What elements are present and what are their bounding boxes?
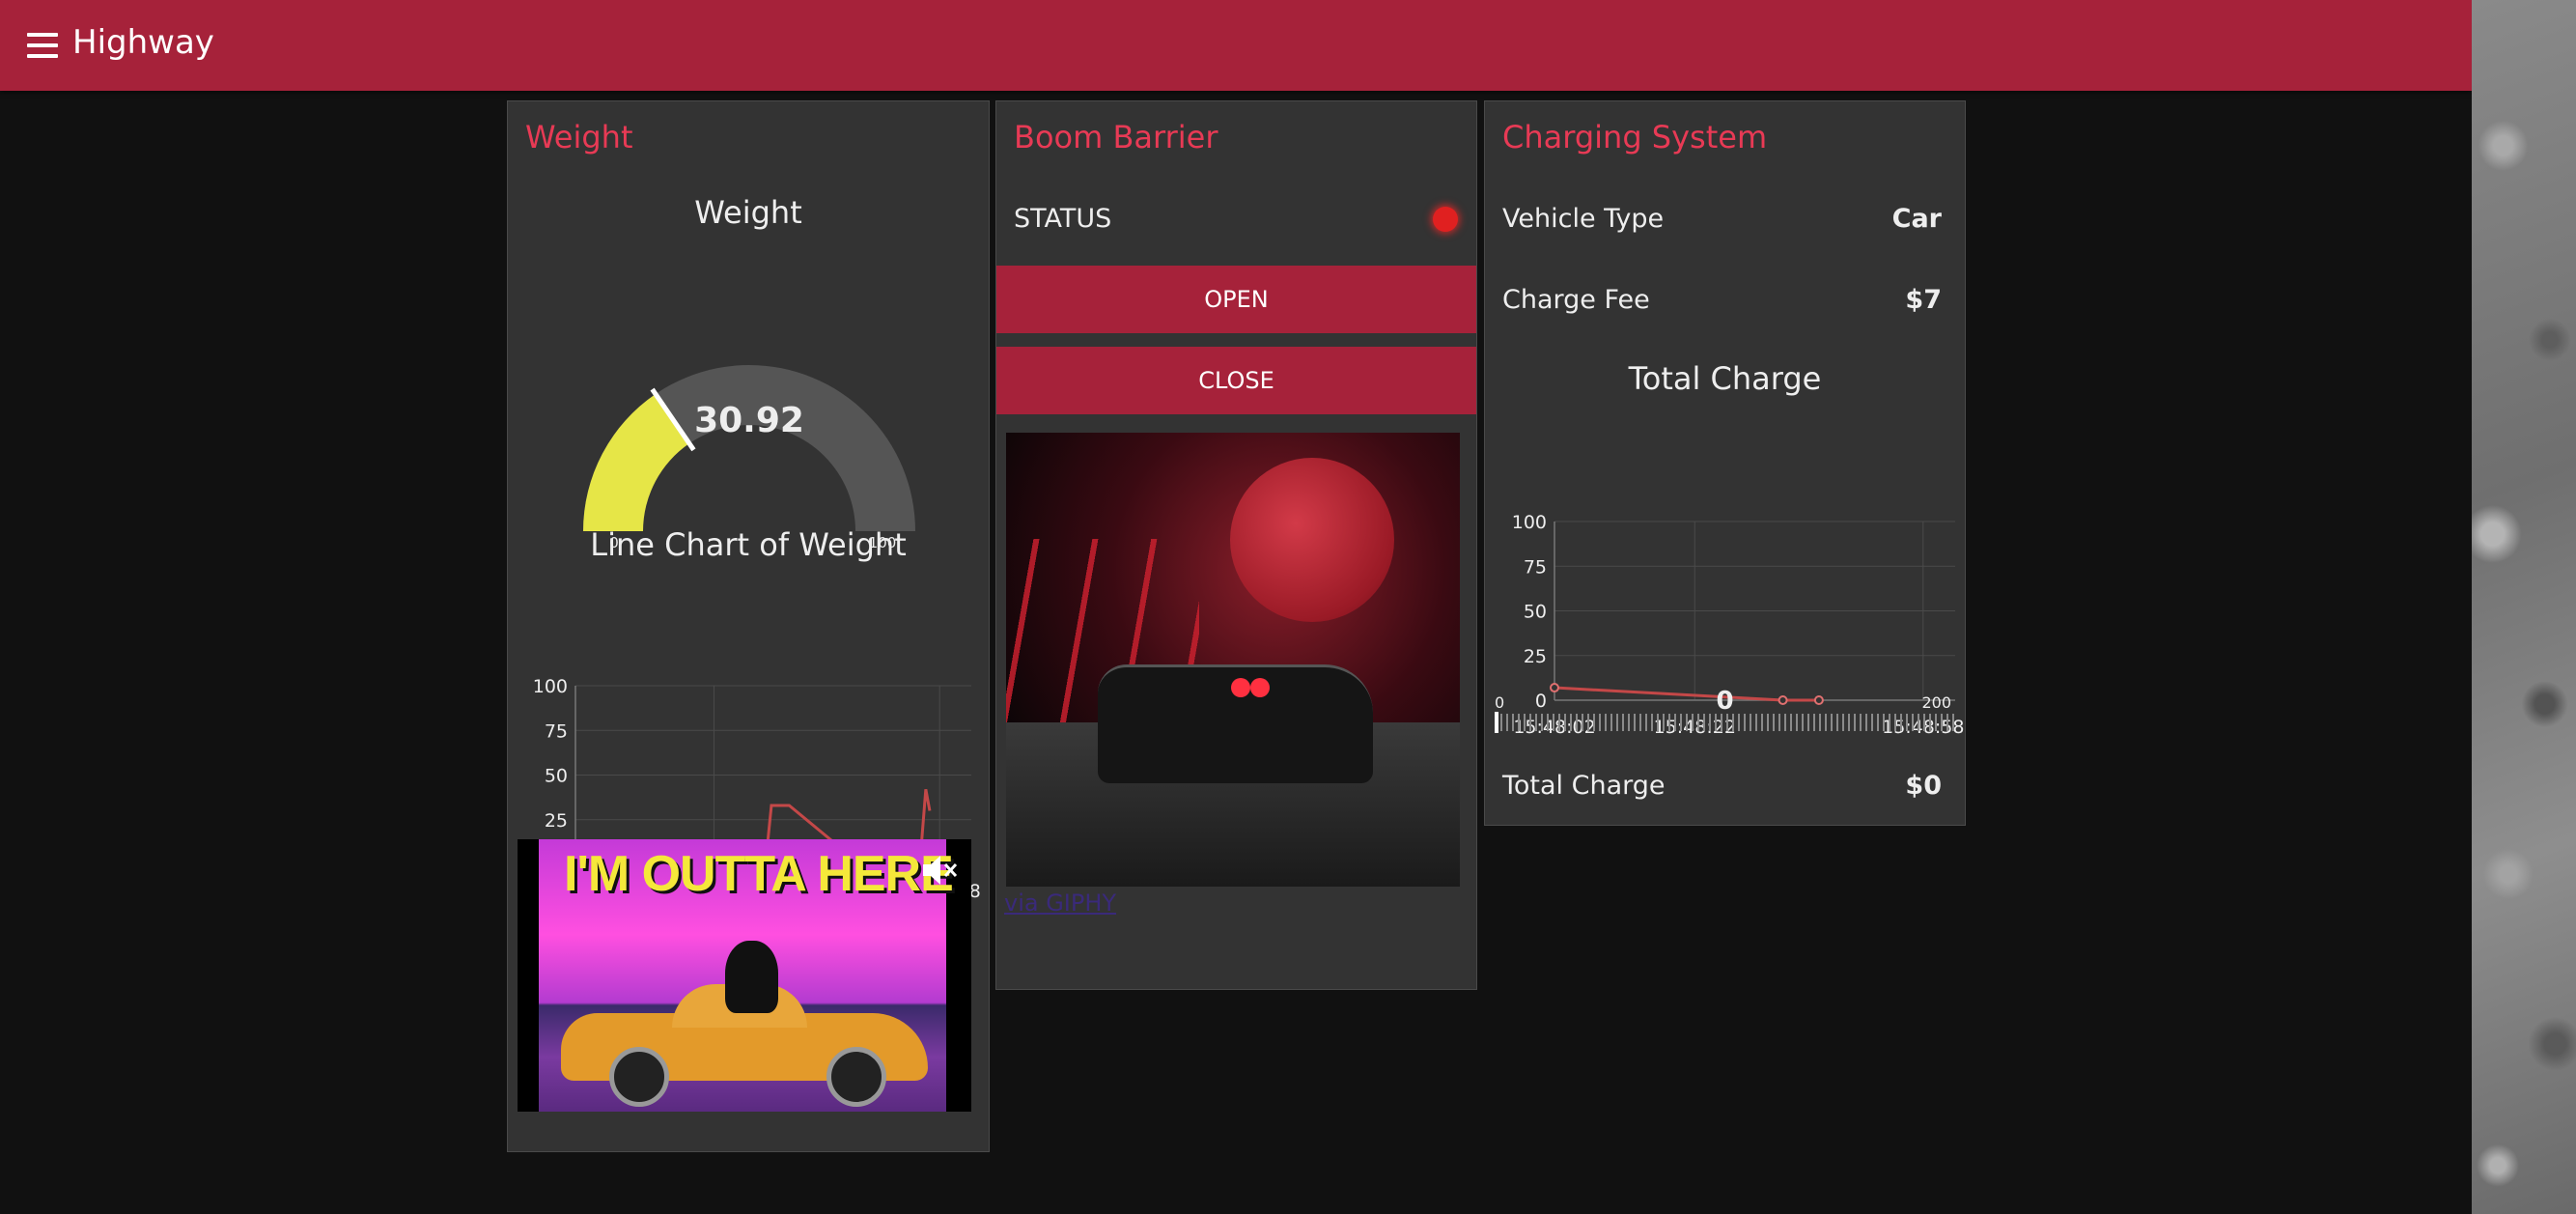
slider-thumb[interactable]: [1495, 712, 1498, 733]
speaker-muted-icon[interactable]: [921, 853, 960, 888]
chart-title: Line Chart of Weight: [590, 526, 907, 563]
gauge-value: 30.92: [694, 401, 804, 440]
hamburger-menu-icon[interactable]: [27, 33, 58, 58]
outta-here-gif: I'M OUTTA HERE: [518, 839, 971, 1112]
status-label: STATUS: [1014, 204, 1112, 234]
boom-barrier-panel: Boom Barrier STATUS OPEN CLOSE via GIPHY: [995, 100, 1477, 990]
car-wheel: [609, 1047, 669, 1107]
car-wheel: [826, 1047, 886, 1107]
y-tick-label: 100: [1512, 512, 1547, 533]
y-tick-label: 75: [1524, 556, 1547, 578]
charge-fee-label: Charge Fee: [1502, 285, 1650, 315]
red-status-led: [1433, 207, 1458, 232]
synthwave-car-gif: [1006, 433, 1460, 887]
weight-gauge: 30.92 0 100: [583, 364, 915, 551]
chart-title: Total Charge: [1628, 360, 1822, 397]
top-app-bar: Highway: [0, 0, 2472, 91]
background-texture: [2472, 0, 2576, 1214]
y-tick-label: 100: [533, 676, 568, 697]
y-tick-label: 25: [545, 810, 568, 832]
y-tick-label: 50: [1524, 602, 1547, 623]
charging-system-panel: Charging System Vehicle Type Car Charge …: [1484, 100, 1966, 826]
app-title: Highway: [72, 23, 214, 62]
dog-shape: [725, 941, 778, 1013]
moon-shape: [1230, 458, 1394, 622]
vehicle-type-label: Vehicle Type: [1502, 204, 1665, 234]
giphy-link[interactable]: via GIPHY: [1004, 889, 1116, 917]
car-taillight: [1250, 678, 1270, 697]
y-tick-label: 75: [545, 720, 568, 742]
y-tick-label: 25: [1524, 646, 1547, 667]
charge-fee-value: $7: [1905, 285, 1942, 315]
slider-value: 0: [1716, 687, 1734, 716]
panel-title: Weight: [525, 119, 633, 155]
weight-panel: Weight Weight 30.92 0 100 Line Chart of …: [507, 100, 990, 1152]
gauge-title: Weight: [694, 194, 802, 231]
gif-caption: I'M OUTTA HERE: [564, 846, 954, 902]
y-tick-label: 50: [545, 766, 568, 787]
vehicle-type-value: Car: [1891, 204, 1942, 234]
total-charge-label: Total Charge: [1502, 771, 1666, 801]
close-button[interactable]: CLOSE: [996, 347, 1476, 414]
open-button[interactable]: OPEN: [996, 266, 1476, 333]
total-charge-value: $0: [1905, 771, 1942, 801]
panel-title: Charging System: [1502, 119, 1768, 155]
charge-slider[interactable]: [1495, 712, 1958, 733]
panel-title: Boom Barrier: [1014, 119, 1218, 155]
car-taillight: [1231, 678, 1250, 697]
